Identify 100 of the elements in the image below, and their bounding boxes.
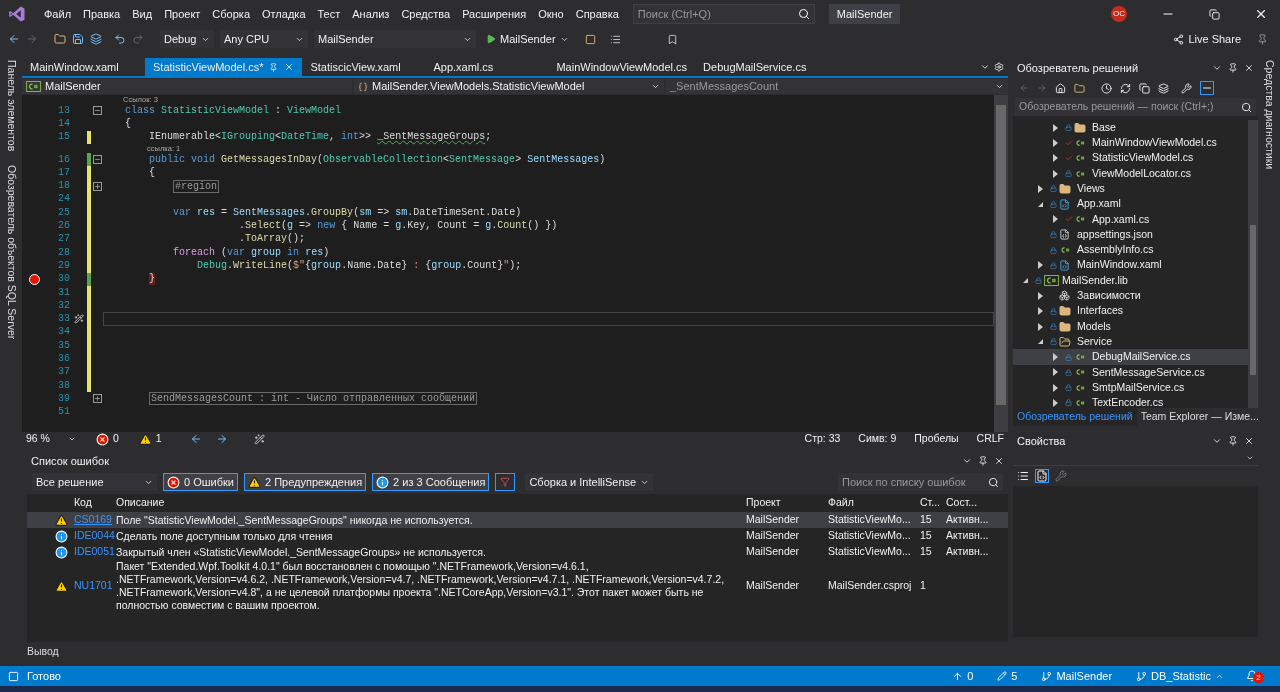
search-field[interactable]: Поиск (Ctrl+Q) — [632, 4, 815, 24]
error-code-link[interactable]: IDE0044 — [72, 528, 114, 544]
tree-item[interactable]: MainWindow.xaml — [1013, 257, 1248, 273]
panel-menu-icon[interactable] — [1212, 436, 1222, 446]
menu-item[interactable]: Тест — [311, 5, 347, 23]
search-field[interactable]: Поиск по списку ошибок — [838, 473, 1003, 491]
column-header[interactable]: Ст... — [918, 495, 944, 511]
close-icon[interactable] — [1244, 436, 1254, 446]
next-icon[interactable] — [215, 433, 228, 445]
error-code-link[interactable]: NU1701 — [72, 578, 114, 594]
output-icon[interactable] — [8, 670, 19, 682]
error-row[interactable]: IDE0051Закрытый член «StatisticViewModel._SentMessageGroups» не используется. MailSender StatisticViewMo... 15 Активн... — [27, 544, 1008, 560]
collapsed-arrow-icon[interactable] — [1053, 383, 1058, 392]
expanded-arrow-icon[interactable] — [1038, 339, 1043, 345]
menu-item[interactable]: Отладка — [256, 5, 312, 23]
show-all-files-icon[interactable] — [1158, 82, 1169, 94]
search-field[interactable]: Обозреватель решений — поиск (Ctrl+;) — [1015, 98, 1256, 116]
open-icon[interactable] — [54, 33, 66, 45]
collapsed-code[interactable]: SendMessagesCount : int - Число отправленных сообщений — [149, 392, 478, 406]
expand-icon[interactable] — [92, 181, 102, 191]
menu-item[interactable]: Проект — [158, 5, 207, 23]
run-button[interactable]: MailSender — [482, 30, 573, 48]
panel-tab[interactable]: Team Explorer — Изме... — [1136, 408, 1263, 426]
menu-item[interactable]: Анализ — [346, 5, 396, 23]
editor-tab[interactable]: MainWindow.xaml — [22, 58, 145, 76]
editor-tab[interactable]: StatiscicView.xaml — [302, 58, 426, 76]
editor-tab[interactable]: MainWindowViewModel.cs — [548, 58, 696, 76]
notifications-icon[interactable] — [1246, 670, 1258, 682]
collapsed-arrow-icon[interactable] — [1038, 322, 1043, 331]
alphabetical-icon[interactable] — [1035, 469, 1049, 483]
redo-icon[interactable] — [132, 33, 144, 45]
menu-item[interactable]: Средства — [395, 5, 457, 23]
collapsed-arrow-icon[interactable] — [1053, 154, 1058, 163]
panel-menu-icon[interactable] — [1212, 63, 1222, 73]
toolbar-icon[interactable] — [584, 33, 596, 45]
sync-icon[interactable] — [1120, 82, 1131, 94]
tree-item[interactable]: App.xaml — [1013, 196, 1248, 212]
source-dropdown[interactable]: Сборка и IntelliSense — [525, 473, 654, 491]
cleanup-icon[interactable] — [253, 433, 265, 445]
panel-tab[interactable]: Обозреватель решений — [1013, 408, 1137, 426]
quick-action-icon[interactable] — [73, 314, 84, 325]
menu-item[interactable]: Сборка — [206, 5, 256, 23]
collapse-icon[interactable] — [92, 106, 102, 116]
collapsed-arrow-icon[interactable] — [1053, 215, 1058, 224]
tree-item[interactable]: SentMessageService.cs — [1013, 364, 1248, 381]
search-icon[interactable] — [988, 476, 999, 488]
vertical-scrollbar[interactable] — [1248, 120, 1258, 408]
column-header[interactable]: Файл — [826, 495, 918, 511]
branch-indicator[interactable]: DB_Statistic — [1136, 667, 1224, 685]
back-icon[interactable] — [8, 33, 20, 45]
expand-icon[interactable] — [92, 394, 102, 404]
collapsed-arrow-icon[interactable] — [1053, 169, 1058, 178]
configuration-dropdown[interactable]: Debug — [160, 30, 214, 48]
pushes-indicator[interactable]: 0 — [952, 667, 974, 685]
clear-filter-button[interactable] — [495, 473, 516, 491]
tab-list-icon[interactable] — [980, 62, 990, 72]
tree-item[interactable]: MailSender.lib — [1013, 272, 1248, 289]
close-icon[interactable] — [1244, 63, 1254, 73]
panel-menu-icon[interactable] — [962, 456, 972, 466]
vertical-scrollbar[interactable] — [994, 95, 1008, 432]
tree-item[interactable]: Interfaces — [1013, 303, 1248, 319]
tree-item[interactable]: Base — [1013, 120, 1248, 136]
type-dropdown[interactable]: MailSender.ViewModels.StatisticViewModel — [354, 79, 664, 94]
tree-item[interactable]: StatisticViewModel.cs — [1013, 150, 1248, 166]
warning-count[interactable]: 1 — [138, 431, 162, 447]
error-count[interactable]: 0 — [96, 431, 119, 447]
collapsed-arrow-icon[interactable] — [1053, 353, 1058, 362]
project-dropdown[interactable]: MailSender — [22, 79, 352, 94]
search-icon[interactable] — [1241, 101, 1252, 113]
list-icon[interactable] — [609, 33, 621, 45]
collapsed-arrow-icon[interactable] — [1038, 307, 1043, 316]
folder-icon[interactable] — [1074, 82, 1085, 94]
menu-item[interactable]: Вид — [126, 5, 159, 23]
user-avatar[interactable]: ОС — [1111, 6, 1127, 22]
side-tab[interactable]: Панель элементов — [3, 60, 19, 152]
side-tab[interactable]: Обозреватель объектов SQL Server — [3, 165, 19, 340]
tree-item[interactable]: appsettings.json — [1013, 227, 1248, 243]
collapsed-code[interactable]: #region — [173, 179, 220, 193]
column-header[interactable]: Сост... — [944, 495, 1002, 511]
bookmark-icon[interactable] — [666, 33, 678, 45]
menu-item[interactable]: Справка — [569, 5, 625, 23]
repository-indicator[interactable]: MailSender — [1041, 667, 1113, 685]
output-tab[interactable]: Вывод — [27, 644, 59, 660]
undo-icon[interactable] — [114, 33, 126, 45]
home-icon[interactable] — [1055, 82, 1066, 94]
tree-item[interactable]: SmtpMailService.cs — [1013, 380, 1248, 396]
filter-toggle[interactable]: 2 Предупреждения — [243, 473, 367, 491]
tree-item[interactable]: Зависимости — [1013, 288, 1248, 304]
zoom-dropdown[interactable]: 96 % — [26, 431, 76, 447]
tree-item[interactable]: Service — [1013, 334, 1248, 350]
filter-toggle[interactable]: 0 Ошибки — [163, 473, 238, 491]
properties-icon[interactable] — [1181, 82, 1192, 94]
menu-item[interactable]: Правка — [77, 5, 127, 23]
tree-item[interactable]: AssemblyInfo.cs — [1013, 242, 1248, 258]
menu-item[interactable]: Окно — [532, 5, 570, 23]
column-header[interactable]: Описание — [114, 495, 744, 511]
column-header[interactable]: Код — [72, 495, 114, 511]
live-share-button[interactable]: Live Share — [1173, 30, 1241, 48]
tree-item[interactable]: Views — [1013, 181, 1248, 197]
categorized-icon[interactable] — [1017, 470, 1029, 482]
